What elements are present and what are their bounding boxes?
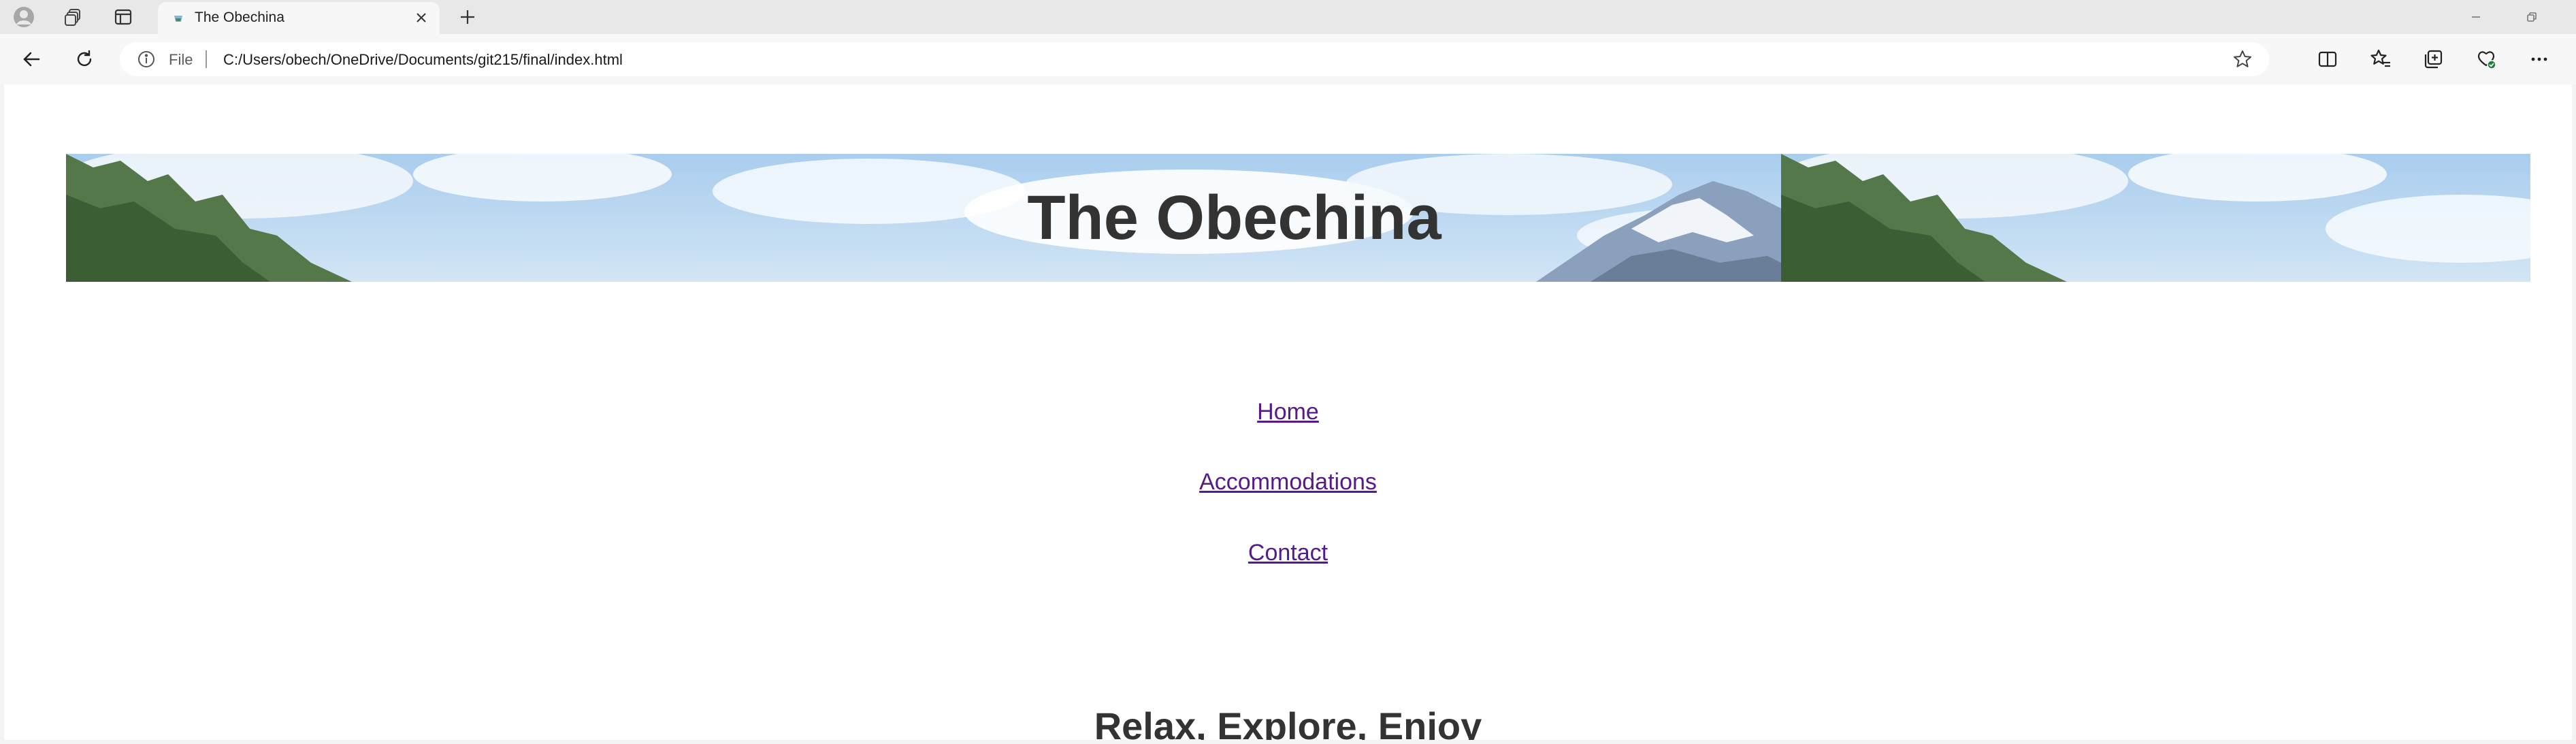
browser-toolbar: File C:/Users/obech/OneDrive/Documents/g… — [0, 34, 2576, 84]
profile-icon[interactable] — [11, 4, 37, 30]
header-banner: The Obechina — [66, 154, 2530, 282]
refresh-icon[interactable] — [71, 46, 98, 73]
address-bar[interactable]: File C:/Users/obech/OneDrive/Documents/g… — [120, 42, 2269, 76]
nav-link-home[interactable]: Home — [4, 399, 2572, 425]
new-tab-plus-icon[interactable] — [455, 4, 480, 30]
tab-close-icon[interactable] — [412, 9, 430, 27]
page-viewport: The Obechina Home Accommodations Contact… — [4, 84, 2572, 740]
nav-link-contact[interactable]: Contact — [4, 540, 2572, 566]
favorites-icon[interactable] — [2367, 46, 2394, 73]
restore-icon[interactable] — [2518, 4, 2545, 30]
star-icon[interactable] — [2232, 49, 2253, 69]
address-url[interactable]: C:/Users/obech/OneDrive/Documents/git215… — [223, 51, 623, 69]
more-icon[interactable] — [2526, 46, 2553, 73]
address-separator — [206, 50, 207, 68]
address-scheme-label: File — [169, 51, 193, 68]
workspaces-icon[interactable] — [60, 4, 86, 30]
tab-actions-icon[interactable] — [110, 4, 136, 30]
page-heading: Relax, Explore, Enjoy — [1094, 705, 1482, 740]
tab-title: The Obechina — [195, 10, 284, 25]
tab-strip: The Obechina — [0, 0, 2576, 34]
banner-title: The Obechina — [1027, 182, 1441, 253]
split-screen-icon[interactable] — [2314, 46, 2341, 73]
nav-link-accommodations[interactable]: Accommodations — [4, 469, 2572, 496]
back-arrow-icon[interactable] — [18, 46, 45, 73]
minimize-icon[interactable] — [2462, 4, 2490, 30]
collections-icon[interactable] — [2419, 46, 2447, 73]
tab-active[interactable]: The Obechina — [158, 2, 440, 34]
info-icon[interactable] — [137, 50, 155, 68]
browser-essentials-icon[interactable] — [2473, 46, 2500, 73]
tab-favicon-icon — [173, 13, 184, 24]
